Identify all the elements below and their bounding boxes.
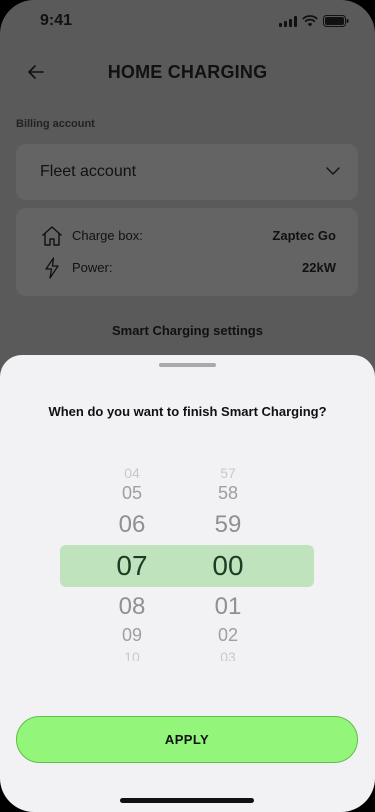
wifi-icon xyxy=(302,15,318,27)
charge-box-value: Zaptec Go xyxy=(272,228,336,243)
sheet-drag-handle[interactable] xyxy=(159,363,216,367)
apply-button[interactable]: APPLY xyxy=(16,716,358,763)
signal-icon xyxy=(279,15,297,27)
billing-account-select[interactable]: Fleet account xyxy=(16,144,358,200)
power-row: Power: 22kW xyxy=(40,256,336,280)
phone-screen: 9:41 HOME CHARGING Billing account Fleet… xyxy=(0,0,375,812)
billing-account-value: Fleet account xyxy=(40,163,137,180)
home-icon xyxy=(42,226,62,246)
minute-selected[interactable]: 00 xyxy=(198,550,258,582)
hour-option[interactable]: 04 xyxy=(102,465,162,481)
bottom-sheet: When do you want to finish Smart Chargin… xyxy=(0,355,375,812)
charge-box-row: Charge box: Zaptec Go xyxy=(40,224,336,248)
home-indicator[interactable] xyxy=(120,798,254,803)
hour-option[interactable]: 10 xyxy=(102,649,162,661)
status-icons xyxy=(279,15,349,27)
chevron-down-icon xyxy=(326,167,340,175)
lightning-icon xyxy=(45,257,59,279)
power-value: 22kW xyxy=(302,260,336,275)
page-title: HOME CHARGING xyxy=(107,62,268,82)
status-time: 9:41 xyxy=(40,12,73,29)
hour-option[interactable]: 05 xyxy=(102,483,162,504)
sheet-question: When do you want to finish Smart Chargin… xyxy=(48,404,327,419)
power-label: Power: xyxy=(72,260,113,275)
charger-info-card: Charge box: Zaptec Go Power: 22kW xyxy=(16,208,358,296)
charge-box-label: Charge box: xyxy=(72,228,143,243)
hour-option[interactable]: 08 xyxy=(102,593,162,621)
hour-option[interactable]: 06 xyxy=(102,511,162,539)
minute-option[interactable]: 58 xyxy=(198,483,258,504)
billing-account-label: Billing account xyxy=(16,118,95,130)
smart-charging-settings-title: Smart Charging settings xyxy=(112,323,263,338)
status-bar: 9:41 xyxy=(0,0,375,44)
minute-option[interactable]: 57 xyxy=(198,465,258,481)
time-picker[interactable]: 04 05 06 07 08 09 10 57 58 59 00 01 02 0… xyxy=(0,465,375,665)
hour-selected[interactable]: 07 xyxy=(102,550,162,582)
minute-option[interactable]: 02 xyxy=(198,625,258,646)
picker-selection-highlight xyxy=(60,545,314,587)
minute-option[interactable]: 01 xyxy=(198,593,258,621)
hour-option[interactable]: 09 xyxy=(102,625,162,646)
battery-icon xyxy=(323,15,349,27)
minute-option[interactable]: 59 xyxy=(198,511,258,539)
minute-option[interactable]: 03 xyxy=(198,649,258,661)
header: HOME CHARGING xyxy=(0,52,375,92)
